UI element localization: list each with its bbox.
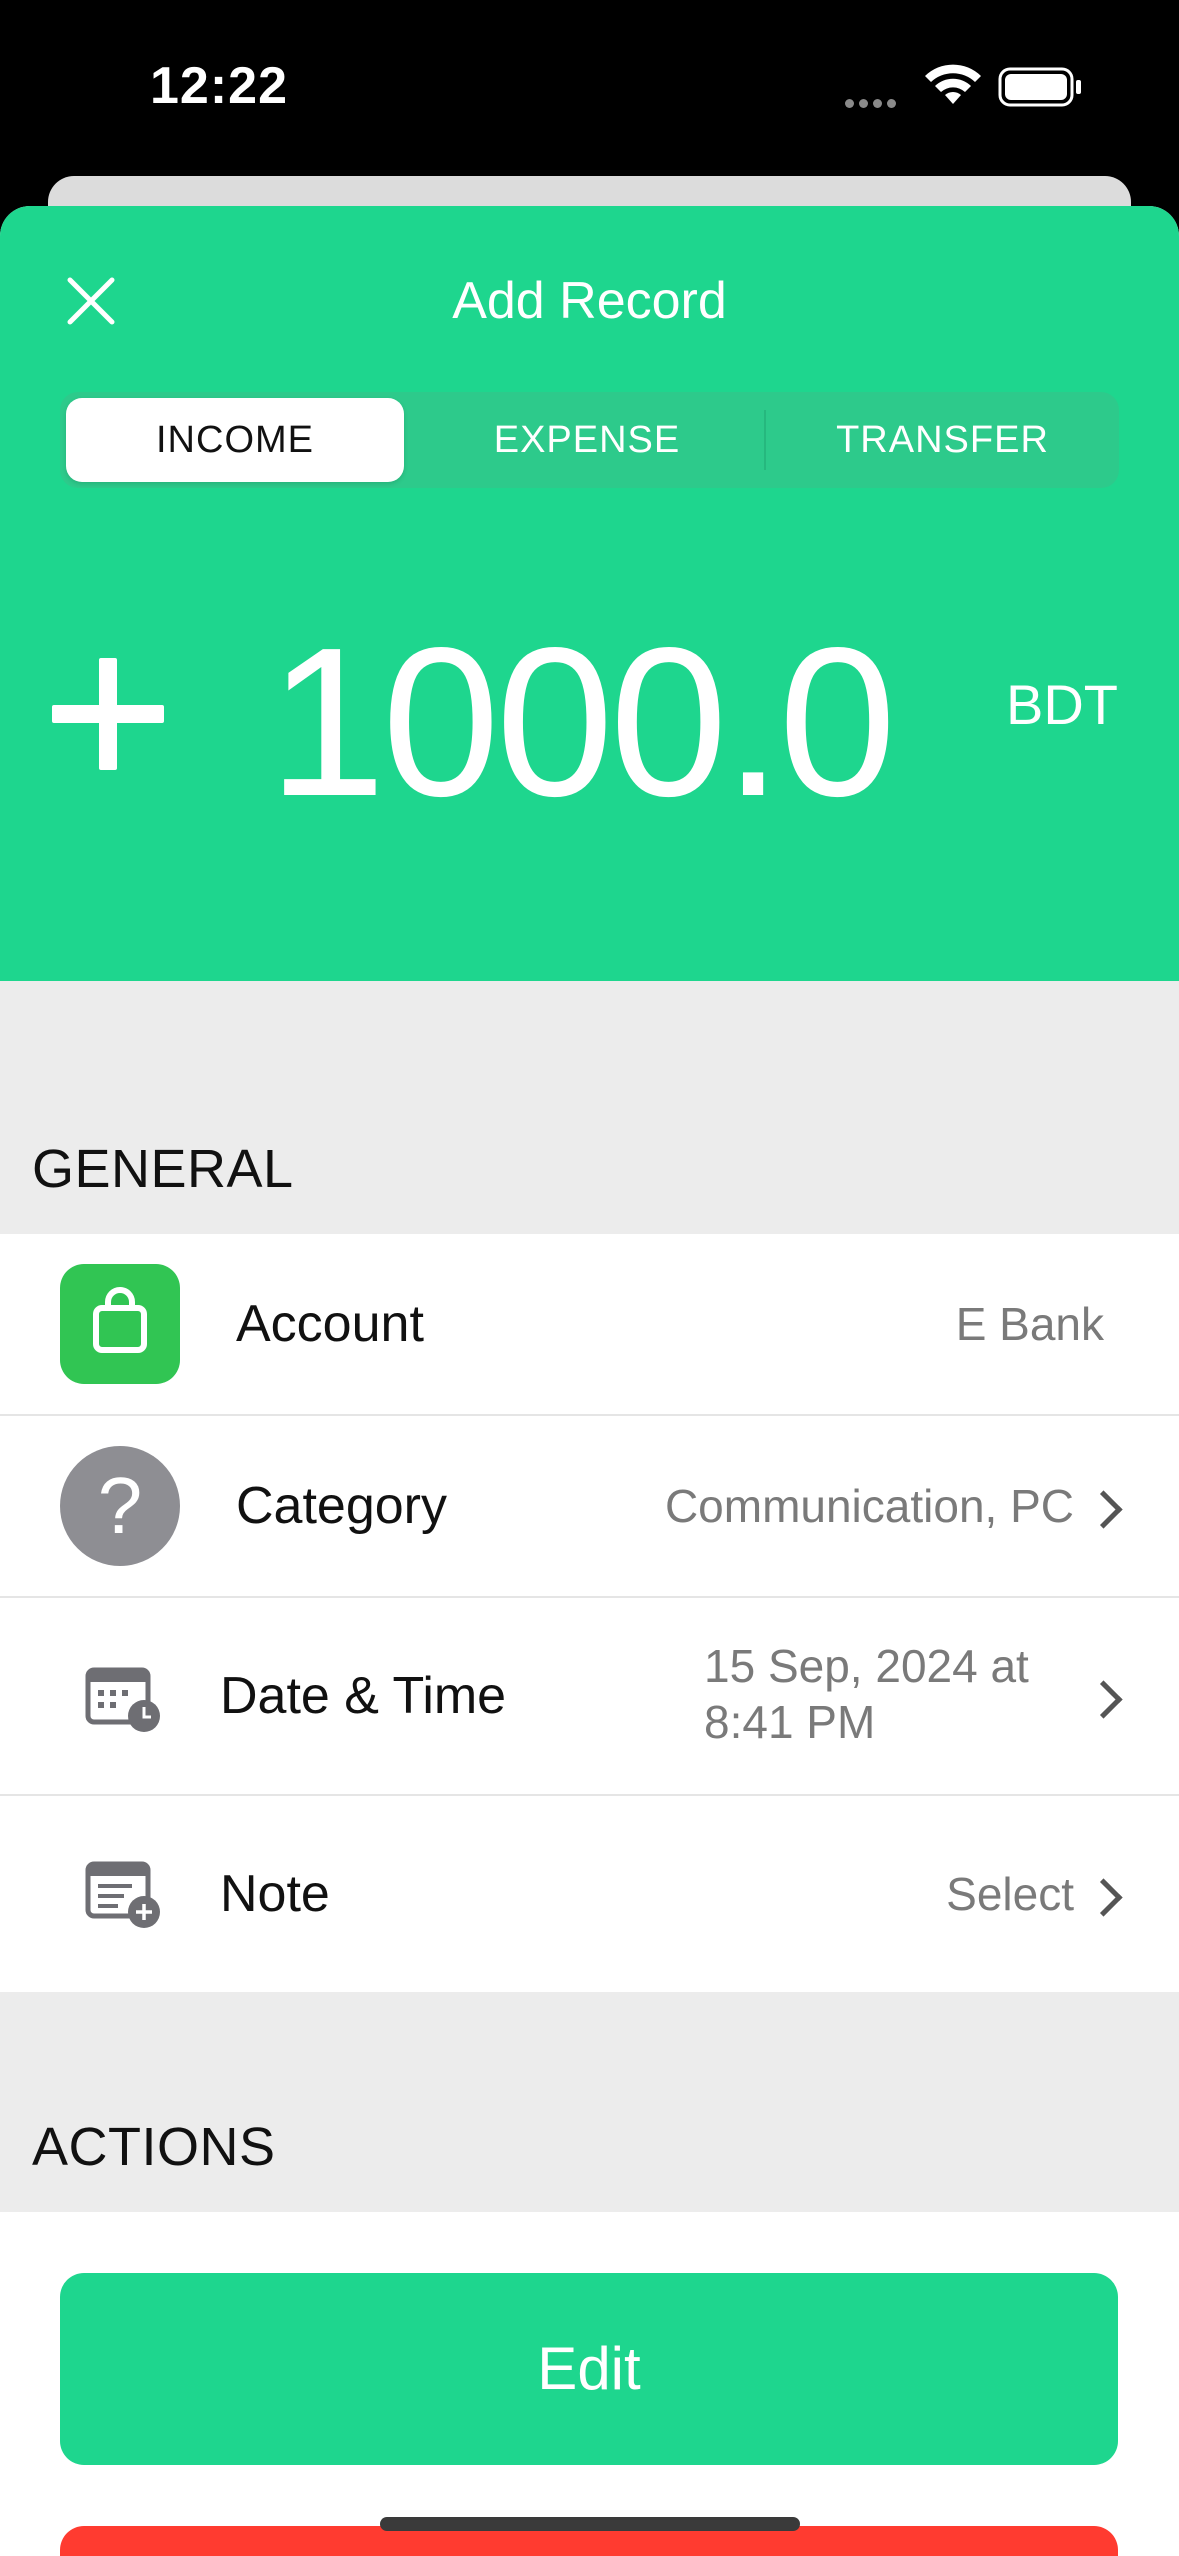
add-record-sheet: Add Record INCOME EXPENSE TRANSFER 1000.… [0, 206, 1179, 2556]
note-value: Select [946, 1868, 1074, 1920]
tab-income[interactable]: INCOME [66, 398, 404, 482]
amount-value[interactable]: 1000.0 [268, 616, 896, 828]
date-value: 15 Sep, 2024 at [704, 1640, 1029, 1692]
category-value: Communication, PC [664, 1480, 1074, 1532]
plus-icon [52, 658, 164, 770]
tab-transfer[interactable]: TRANSFER [766, 392, 1119, 488]
amount-header: Add Record INCOME EXPENSE TRANSFER 1000.… [0, 206, 1179, 981]
note-add-icon [85, 1861, 160, 1928]
home-indicator[interactable] [380, 2517, 800, 2531]
tab-expense[interactable]: EXPENSE [410, 392, 764, 488]
wifi-icon [925, 64, 981, 104]
category-label: Category [236, 1477, 447, 1535]
account-label: Account [236, 1295, 424, 1353]
date-time-label: Date & Time [220, 1667, 507, 1725]
record-type-tabs: INCOME EXPENSE TRANSFER [60, 392, 1119, 488]
date-time-row[interactable]: Date & Time 15 Sep, 2024 at 8:41 PM [0, 1598, 1179, 1796]
actions-section-header: ACTIONS [32, 2117, 276, 2177]
chevron-right-icon [1084, 1680, 1123, 1719]
general-section-header: GENERAL [32, 1139, 294, 1199]
page-title: Add Record [452, 272, 727, 330]
time-value: 8:41 PM [704, 1696, 876, 1748]
note-row[interactable]: Note Select [0, 1796, 1179, 1992]
currency-label[interactable]: BDT [1006, 672, 1118, 737]
account-value: E Bank [955, 1298, 1104, 1350]
edit-button[interactable]: Edit [60, 2273, 1118, 2465]
note-label: Note [220, 1865, 330, 1923]
chevron-right-icon [1084, 1490, 1123, 1529]
signal-dots-icon [845, 95, 905, 108]
date-time-value: 15 Sep, 2024 at 8:41 PM [704, 1638, 1029, 1750]
status-bar: 12:22 [0, 0, 1179, 175]
question-icon: ? [60, 1446, 180, 1566]
chevron-right-icon [1084, 1878, 1123, 1917]
general-group: Account E Bank ? Category Communication,… [0, 1234, 1179, 1992]
calendar-clock-icon [85, 1667, 160, 1732]
category-row[interactable]: ? Category Communication, PC [0, 1416, 1179, 1598]
battery-icon [998, 67, 1081, 107]
account-row[interactable]: Account E Bank [0, 1234, 1179, 1416]
wallet-icon [60, 1264, 180, 1384]
status-time: 12:22 [150, 57, 288, 115]
